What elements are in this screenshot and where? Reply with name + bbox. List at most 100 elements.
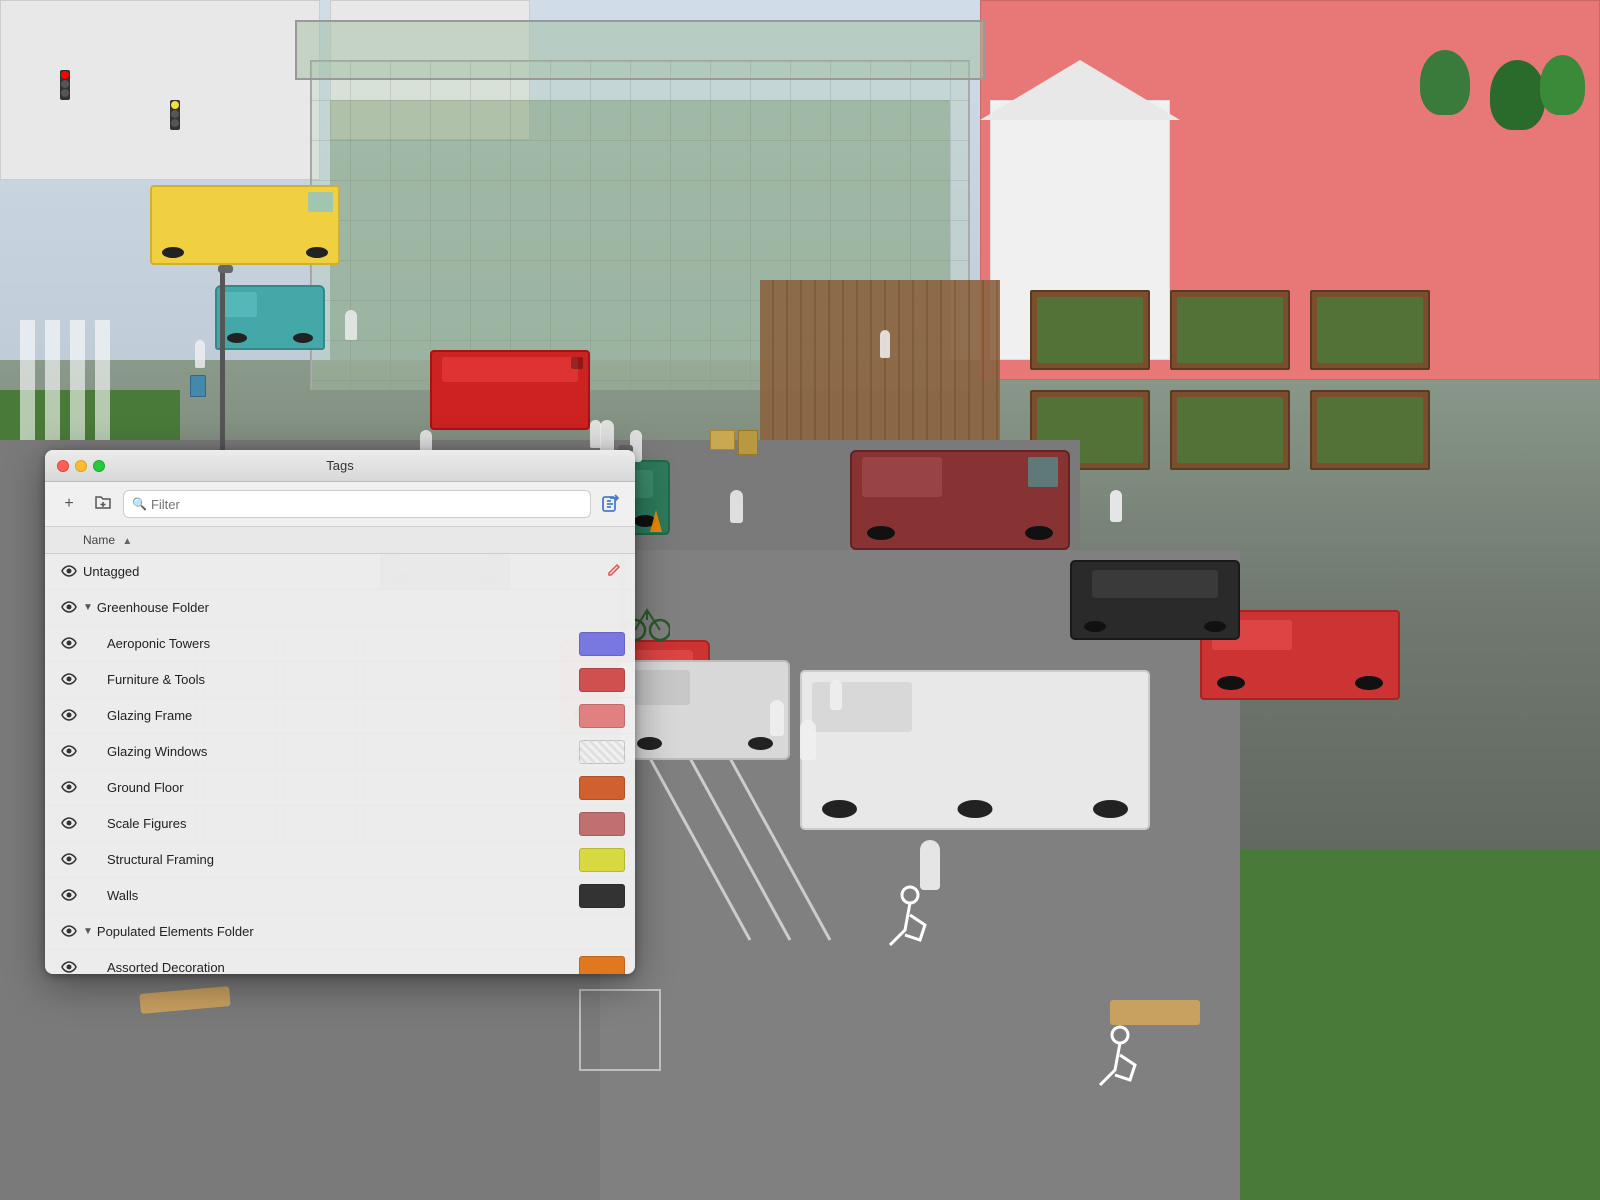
color-swatch-structural-framing[interactable] bbox=[579, 848, 625, 872]
traffic-light-2 bbox=[170, 100, 180, 130]
garden-bed-6 bbox=[1310, 390, 1430, 470]
wheelchair-symbol-1 bbox=[870, 880, 950, 960]
ambulance bbox=[430, 350, 590, 430]
table-header: Name ▲ bbox=[45, 527, 635, 554]
tag-row-scale-figures[interactable]: Scale Figures bbox=[45, 806, 635, 842]
visibility-icon-populated-elements-folder[interactable] bbox=[55, 924, 83, 940]
folder-plus-icon bbox=[94, 493, 112, 516]
tag-name-aeroponic-towers: Aeroponic Towers bbox=[107, 636, 579, 651]
tag-row-aeroponic-towers[interactable]: Aeroponic Towers bbox=[45, 626, 635, 662]
add-tag-button[interactable]: + bbox=[55, 490, 83, 518]
color-swatch-furniture-tools[interactable] bbox=[579, 668, 625, 692]
garden-bed-3 bbox=[1310, 290, 1430, 370]
tag-row-populated-elements-folder[interactable]: ▼ Populated Elements Folder bbox=[45, 914, 635, 950]
box-2 bbox=[738, 430, 758, 455]
visibility-icon-ground-floor[interactable] bbox=[55, 780, 83, 796]
person-10 bbox=[590, 420, 601, 448]
visibility-icon-greenhouse-folder[interactable] bbox=[55, 600, 83, 616]
visibility-icon-aeroponic-towers[interactable] bbox=[55, 636, 83, 652]
tree-3 bbox=[1540, 55, 1585, 115]
window-controls bbox=[57, 460, 105, 472]
visibility-icon-assorted-decoration[interactable] bbox=[55, 960, 83, 975]
tag-row-untagged[interactable]: Untagged bbox=[45, 554, 635, 590]
tag-row-furniture-tools[interactable]: Furniture & Tools bbox=[45, 662, 635, 698]
visibility-icon-untagged[interactable] bbox=[55, 564, 83, 580]
sort-icon[interactable]: ▲ bbox=[122, 536, 132, 547]
tag-name-scale-figures: Scale Figures bbox=[107, 816, 579, 831]
close-button[interactable] bbox=[57, 460, 69, 472]
wheelchair-symbol-2 bbox=[1080, 1020, 1160, 1100]
trash-can bbox=[190, 375, 206, 397]
tag-name-greenhouse-folder: Greenhouse Folder bbox=[97, 600, 625, 615]
tree-1 bbox=[1420, 50, 1470, 115]
dark-car-right bbox=[1070, 560, 1240, 640]
maximize-button[interactable] bbox=[93, 460, 105, 472]
tag-row-glazing-windows[interactable]: Glazing Windows bbox=[45, 734, 635, 770]
tag-name-assorted-decoration: Assorted Decoration bbox=[107, 960, 579, 974]
building-white-left bbox=[0, 0, 320, 180]
person-11 bbox=[1110, 490, 1122, 522]
edit-icon-untagged[interactable] bbox=[607, 563, 621, 580]
tag-row-greenhouse-folder[interactable]: ▼ Greenhouse Folder bbox=[45, 590, 635, 626]
color-swatch-assorted-decoration[interactable] bbox=[579, 956, 625, 975]
garden-bed-1 bbox=[1030, 290, 1150, 370]
visibility-icon-glazing-windows[interactable] bbox=[55, 744, 83, 760]
color-swatch-glazing-frame[interactable] bbox=[579, 704, 625, 728]
panel-title: Tags bbox=[326, 458, 353, 473]
crosswalk bbox=[0, 320, 200, 440]
minivan bbox=[620, 660, 790, 760]
tag-name-furniture-tools: Furniture & Tools bbox=[107, 672, 579, 687]
name-column-header: Name ▲ bbox=[83, 533, 571, 547]
tags-list: Untagged ▼ Greenhouse Folder Aeroponic Towe… bbox=[45, 554, 635, 974]
visibility-icon-scale-figures[interactable] bbox=[55, 816, 83, 832]
filter-input-container: 🔍 bbox=[123, 490, 591, 518]
person-6 bbox=[830, 680, 842, 710]
bench-bottom bbox=[1110, 1000, 1200, 1025]
color-swatch-aeroponic-towers[interactable] bbox=[579, 632, 625, 656]
visibility-icon-walls[interactable] bbox=[55, 888, 83, 904]
color-swatch-scale-figures[interactable] bbox=[579, 812, 625, 836]
garden-bed-5 bbox=[1170, 390, 1290, 470]
vw-bus bbox=[215, 285, 325, 350]
box-1 bbox=[710, 430, 735, 450]
tree-2 bbox=[1490, 60, 1545, 130]
plus-icon: + bbox=[64, 495, 73, 513]
tag-name-untagged: Untagged bbox=[83, 564, 607, 579]
person-12 bbox=[880, 330, 890, 358]
export-button[interactable] bbox=[597, 490, 625, 518]
minimize-button[interactable] bbox=[75, 460, 87, 472]
folder-arrow-populated-elements-folder[interactable]: ▼ bbox=[83, 926, 93, 937]
tag-name-glazing-frame: Glazing Frame bbox=[107, 708, 579, 723]
tag-name-glazing-windows: Glazing Windows bbox=[107, 744, 579, 759]
folder-arrow-greenhouse-folder[interactable]: ▼ bbox=[83, 602, 93, 613]
tag-row-ground-floor[interactable]: Ground Floor bbox=[45, 770, 635, 806]
color-swatch-ground-floor[interactable] bbox=[579, 776, 625, 800]
person-3 bbox=[730, 490, 743, 523]
tag-row-glazing-frame[interactable]: Glazing Frame bbox=[45, 698, 635, 734]
tags-panel: Tags + 🔍 bbox=[45, 450, 635, 974]
name-column-label: Name bbox=[83, 533, 115, 547]
color-swatch-glazing-windows[interactable] bbox=[579, 740, 625, 764]
cyclist bbox=[345, 310, 357, 340]
add-folder-button[interactable] bbox=[89, 490, 117, 518]
tag-row-walls[interactable]: Walls bbox=[45, 878, 635, 914]
lamp-pole-1 bbox=[220, 270, 225, 450]
traffic-light-1 bbox=[60, 70, 70, 100]
tag-name-populated-elements-folder: Populated Elements Folder bbox=[97, 924, 625, 939]
tag-row-assorted-decoration[interactable]: Assorted Decoration bbox=[45, 950, 635, 974]
tag-row-structural-framing[interactable]: Structural Framing bbox=[45, 842, 635, 878]
filter-input[interactable] bbox=[151, 497, 582, 512]
visibility-icon-structural-framing[interactable] bbox=[55, 852, 83, 868]
red-bus bbox=[850, 450, 1070, 550]
visibility-icon-furniture-tools[interactable] bbox=[55, 672, 83, 688]
color-swatch-walls[interactable] bbox=[579, 884, 625, 908]
person-7 bbox=[920, 840, 940, 890]
grass-bottom-right bbox=[1200, 850, 1600, 1200]
tag-name-structural-framing: Structural Framing bbox=[107, 852, 579, 867]
search-icon: 🔍 bbox=[132, 497, 147, 511]
visibility-icon-glazing-frame[interactable] bbox=[55, 708, 83, 724]
panel-titlebar: Tags bbox=[45, 450, 635, 482]
yellow-bus bbox=[150, 185, 340, 265]
tag-name-ground-floor: Ground Floor bbox=[107, 780, 579, 795]
lamp-1 bbox=[218, 265, 233, 273]
